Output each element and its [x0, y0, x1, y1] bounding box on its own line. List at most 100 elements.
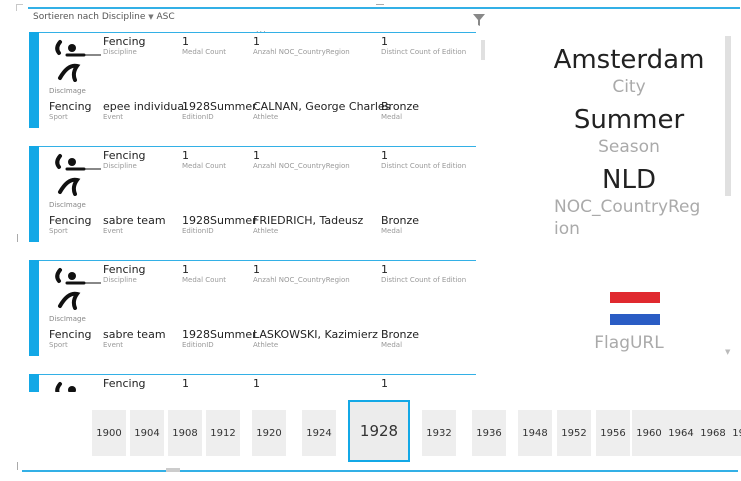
noc-count-value: 1	[253, 263, 260, 276]
athlete-cell: CALNAN, George Charles Athlete	[253, 100, 390, 122]
year-tile[interactable]: 1932	[422, 410, 456, 456]
noc-count-cell: 1 Anzahl NOC_CountryRegion	[253, 263, 350, 285]
event-label: Event	[103, 227, 124, 235]
flag-label: FlagURL	[594, 333, 664, 353]
athlete-cell: FRIEDRICH, Tadeusz Athlete	[253, 214, 363, 236]
sport-cell: Fencing Sport	[49, 328, 92, 350]
year-tile[interactable]: 1964	[664, 410, 698, 456]
year-tile[interactable]: 1920	[252, 410, 286, 456]
medal-count-cell: 1 Medal Count	[182, 263, 226, 285]
city-label: City	[612, 77, 646, 97]
year-tile[interactable]: 1960	[632, 410, 666, 456]
medal-label: Medal	[381, 113, 403, 121]
list-scrollbar[interactable]	[481, 40, 485, 60]
noc-value: NLD	[602, 165, 656, 195]
sort-field[interactable]: Discipline	[102, 12, 146, 22]
athlete-label: Athlete	[253, 113, 279, 121]
edition-count-label: Distinct Count of Edition	[381, 276, 467, 284]
season-value: Summer	[573, 105, 685, 135]
sport-value: Fencing	[49, 100, 92, 113]
flag-image	[610, 292, 660, 325]
sport-value: Fencing	[49, 214, 92, 227]
noc-label-line1: NOC_CountryReg	[554, 197, 701, 217]
edition-count-label: Distinct Count of Edition	[381, 48, 467, 56]
edition-value: 1928Summer	[182, 100, 257, 113]
image-label: DiscImage	[49, 201, 86, 209]
event-value: sabre team	[103, 214, 166, 227]
discipline-label: Discipline	[103, 162, 137, 170]
medal-count-cell: 1 Medal Count	[182, 35, 226, 57]
event-label: Event	[103, 341, 124, 349]
medal-count-cell: 1 Medal Count	[182, 149, 226, 171]
year-tile[interactable]: 1904	[130, 410, 164, 456]
chevron-down-icon[interactable]: ▼	[148, 13, 153, 21]
athlete-value: CALNAN, George Charles	[253, 100, 391, 113]
detail-scrollbar[interactable]	[725, 36, 731, 196]
card-accent-bar	[29, 260, 39, 356]
year-tile[interactable]: 1924	[302, 410, 336, 456]
card-accent-bar	[29, 146, 39, 242]
medal-cell: Bronze Medal	[381, 328, 419, 350]
medal-card[interactable]: Fencing 1 1 1	[26, 374, 478, 392]
year-tile[interactable]: 1908	[168, 410, 202, 456]
year-tile[interactable]: 1956	[596, 410, 630, 456]
medal-label: Medal	[381, 341, 403, 349]
noc-count-value: 1	[253, 377, 260, 390]
fencing-icon	[55, 382, 76, 392]
chevron-down-icon[interactable]: ▼	[725, 348, 730, 356]
flag-stripe	[610, 303, 660, 314]
noc-count-label: Anzahl NOC_CountryRegion	[253, 276, 350, 284]
year-tile[interactable]: 1912	[206, 410, 240, 456]
year-tile[interactable]: 1900	[92, 410, 126, 456]
filter-icon[interactable]	[473, 14, 485, 26]
fencing-icon	[55, 154, 101, 196]
medal-label: Medal	[381, 227, 403, 235]
medal-count-value: 1	[182, 263, 189, 276]
drag-handle[interactable]	[376, 4, 384, 5]
medal-value: Bronze	[381, 328, 420, 341]
year-tile-selected[interactable]: 1928	[348, 400, 410, 462]
sport-label: Sport	[49, 341, 68, 349]
event-value: sabre team	[103, 328, 166, 341]
edition-cell: 1928Summer EditionID	[182, 100, 257, 122]
athlete-label: Athlete	[253, 341, 279, 349]
sort-direction[interactable]: ASC	[157, 12, 175, 22]
event-label: Event	[103, 113, 124, 121]
sort-prefix: Sortieren nach	[33, 12, 99, 22]
edition-count-cell: 1 Distinct Count of Edition	[381, 149, 466, 171]
event-cell: epee individual Event	[103, 100, 187, 122]
fencing-icon	[55, 40, 101, 82]
year-tile[interactable]: 1936	[472, 410, 506, 456]
discipline-cell: Fencing Discipline	[103, 35, 146, 57]
event-value: epee individual	[103, 100, 188, 113]
medal-cell: Bronze Medal	[381, 214, 419, 236]
resize-mark	[17, 462, 18, 470]
discipline-value: Fencing	[103, 377, 146, 390]
city-value: Amsterdam	[553, 45, 705, 75]
image-label: DiscImage	[49, 315, 86, 323]
edition-value: 1928Summer	[182, 214, 257, 227]
card-divider	[39, 146, 476, 147]
horizontal-scrollbar[interactable]	[166, 468, 180, 472]
discipline-value: Fencing	[103, 149, 146, 162]
medal-card[interactable]: DiscImage Fencing Discipline 1 Medal Cou…	[26, 260, 478, 356]
noc-count-value: 1	[253, 35, 260, 48]
sport-cell: Fencing Sport	[49, 214, 92, 236]
year-tile[interactable]: 1968	[696, 410, 730, 456]
edition-count-value: 1	[381, 263, 388, 276]
card-divider	[39, 32, 476, 33]
year-tile[interactable]: 1948	[518, 410, 552, 456]
year-tile[interactable]: 1972	[728, 410, 741, 456]
noc-label-line2: ion	[554, 219, 580, 239]
edition-count-cell: 1 Distinct Count of Edition	[381, 35, 466, 57]
detail-panel: Amsterdam City Summer Season NLD NOC_Cou…	[540, 36, 718, 240]
discipline-label: Discipline	[103, 48, 137, 56]
discipline-cell: Fencing	[103, 377, 146, 390]
sort-bar[interactable]: Sortieren nach Discipline ▼ ASC	[33, 12, 175, 22]
season-label: Season	[598, 137, 660, 157]
medal-card[interactable]: DiscImage Fencing Discipline 1 Medal Cou…	[26, 146, 478, 242]
year-tile[interactable]: 1952	[557, 410, 591, 456]
medal-card[interactable]: DiscImage Fencing Discipline 1 Medal Cou…	[26, 32, 478, 128]
year-slicer: 1900 1904 1908 1912 1920 1924 1928 1932 …	[92, 400, 741, 468]
medal-count-value: 1	[182, 377, 189, 390]
